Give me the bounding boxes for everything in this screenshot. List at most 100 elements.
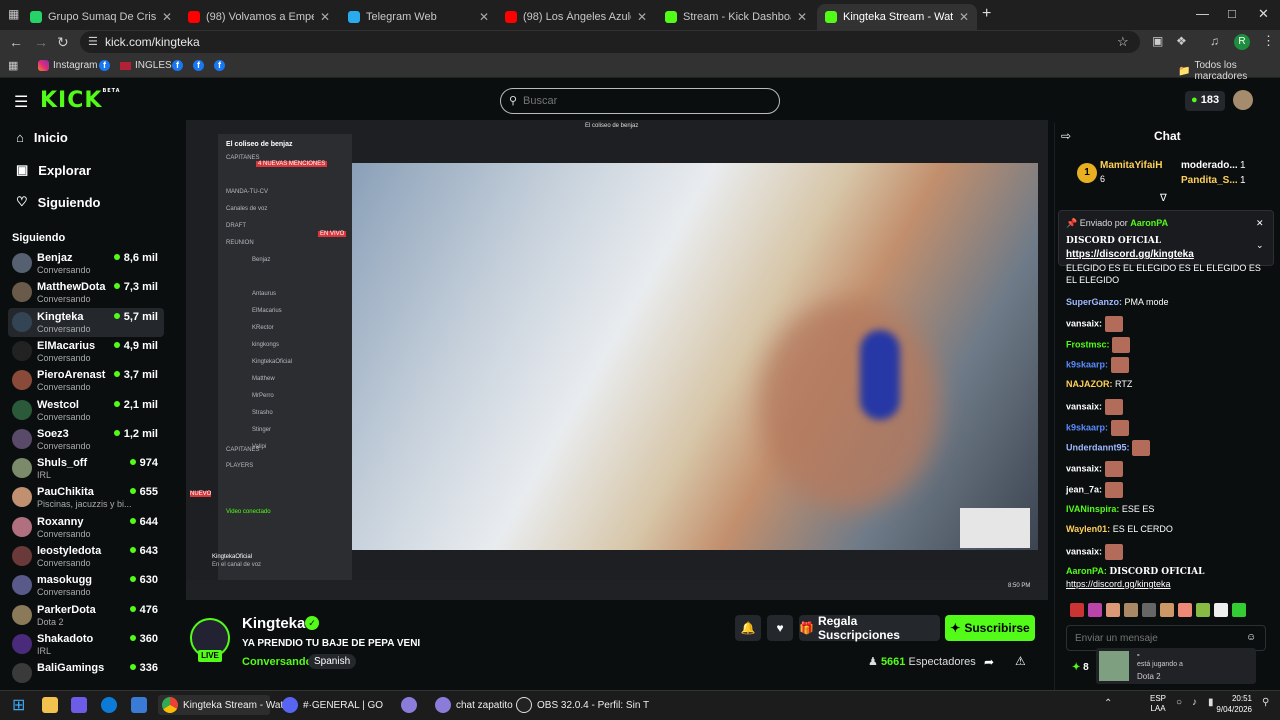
chat-username[interactable]: k9skaarp: [1066,422,1108,432]
following-item[interactable]: ParkerDota Dota 2 476 [8,601,164,630]
bookmark-star-icon[interactable]: ☆ [1117,34,1129,50]
gifter-name[interactable]: moderado... [1181,160,1238,171]
forward-icon[interactable]: → [34,34,48,50]
emote-icon[interactable] [1106,603,1120,617]
language-tag[interactable]: Spanish [308,654,357,669]
browser-tab[interactable]: Grupo Sumaq De Crispín Alegría ✕ [22,4,180,30]
new-tab-button[interactable]: + [982,5,991,23]
notifications-button[interactable]: 🔔 [735,615,761,641]
tab-close-icon[interactable]: ✕ [479,10,489,24]
pinned-link[interactable]: https://discord.gg/kingteka [1066,249,1194,260]
following-item[interactable]: masokugg Conversando 630 [8,571,164,600]
browser-tab[interactable]: (98) Los Ángeles Azules - Nunca ✕ [497,4,655,30]
kick-logo[interactable]: KICKBETA [40,88,121,113]
system-clock[interactable]: 20:51 9/04/2026 [1216,693,1252,715]
following-item[interactable]: ElMacarius Conversando 4,9 mil [8,337,164,366]
follow-button[interactable]: ♥ [767,615,793,641]
kick-coins-badge[interactable]: ● 183 [1185,91,1225,111]
chat-username[interactable]: vansaix: [1066,401,1102,411]
following-item[interactable]: PieroArenast Conversando 3,7 mil [8,366,164,395]
edge-icon[interactable] [101,697,117,713]
app-icon[interactable] [401,697,417,713]
following-item[interactable]: Roxanny Conversando 644 [8,513,164,542]
chat-points[interactable]: ✦ 8 [1072,662,1089,673]
extensions-icon[interactable]: ▣ [1152,34,1163,48]
browser-tab[interactable]: Stream - Kick Dashboard ✕ [657,4,815,30]
volume-icon[interactable]: ♪ [1192,697,1197,708]
emote-icon[interactable] [1214,603,1228,617]
reload-icon[interactable]: ↻ [57,34,69,51]
tab-close-icon[interactable]: ✕ [320,10,330,24]
tray-chevron-icon[interactable]: ⌃ [1104,698,1112,709]
store-icon[interactable] [131,697,147,713]
tab-close-icon[interactable]: ✕ [797,10,807,24]
bookmark-facebook[interactable]: f [214,60,225,71]
notification-bell-icon[interactable]: ⚲ [1262,697,1269,708]
chat-username[interactable]: k9skaarp: [1066,359,1108,369]
chat-username[interactable]: AaronPA: [1066,566,1107,576]
apps-grid-icon[interactable]: ▦ [8,59,18,72]
subscribe-button[interactable]: ✦ Suscribirse [945,615,1035,641]
file-explorer-icon[interactable] [42,697,58,713]
browser-tab[interactable]: (98) Volvamos a Empezar - YouTube ✕ [180,4,338,30]
tab-close-icon[interactable]: ✕ [959,10,969,24]
nav-explore[interactable]: ▣ Explorar [16,162,91,178]
minimize-icon[interactable]: — [1196,6,1209,21]
bookmark-instagram[interactable]: Instagram [38,60,97,71]
following-item[interactable]: PauChikita Piscinas, jacuzzis y bi... 655 [8,483,164,512]
following-item[interactable]: leostyledota Conversando 643 [8,542,164,571]
following-item[interactable]: BaliGamings 336 [8,659,164,688]
emote-icon[interactable] [1160,603,1174,617]
emoji-picker-icon[interactable]: ☺ [1246,632,1256,643]
chat-username[interactable]: IVANinspira: [1066,504,1119,514]
stream-category[interactable]: Conversando [242,656,312,668]
bookmark-ingles[interactable]: INGLES [120,60,172,71]
media-icon[interactable]: ♫ [1210,34,1219,48]
following-item[interactable]: Soez3 Conversando 1,2 mil [8,425,164,454]
chat-username[interactable]: NAJAZOR: [1066,379,1113,389]
chat-username[interactable]: Waylen01: [1066,524,1110,534]
back-icon[interactable]: ← [9,34,23,50]
chat-username[interactable]: vansaix: [1066,463,1102,473]
user-avatar[interactable] [1233,90,1253,110]
language-indicator[interactable]: ESP LAA [1150,694,1166,714]
chat-text[interactable]: https://discord.gg/kingteka [1066,579,1171,589]
browser-tab[interactable]: Kingteka Stream - Watch Live ✕ [817,4,977,30]
chat-username[interactable]: vansaix: [1066,318,1102,328]
chevron-down-icon[interactable]: ⌄ [1256,240,1264,251]
copilot-icon[interactable] [71,697,87,713]
emote-icon[interactable] [1070,603,1084,617]
emote-icon[interactable] [1196,603,1210,617]
chat-username[interactable]: SuperGanzo: [1066,297,1122,307]
emote-icon[interactable] [1088,603,1102,617]
gifter-name[interactable]: Pandita_S... [1181,175,1238,186]
taskbar-chat-zapatito[interactable]: chat zapatito [435,695,513,715]
search-input[interactable] [500,88,780,114]
following-item[interactable]: Shakadoto IRL 360 [8,630,164,659]
nav-home[interactable]: ⌂ Inicio [16,130,68,145]
channel-name[interactable]: Kingteka [242,615,305,632]
maximize-icon[interactable]: □ [1228,6,1236,21]
emote-icon[interactable] [1142,603,1156,617]
wifi-icon[interactable]: ○ [1176,697,1182,708]
following-item[interactable]: MatthewDota Conversando 7,3 mil [8,278,164,307]
chat-username[interactable]: jean_7a: [1066,484,1102,494]
address-bar[interactable] [80,31,1140,53]
taskbar-chrome[interactable]: Kingteka Stream - Watc [158,695,288,715]
share-icon[interactable]: ➦ [984,655,994,669]
puzzle-icon[interactable]: ❖ [1176,34,1187,48]
unpin-icon[interactable]: ✕ [1256,218,1264,229]
tab-close-icon[interactable]: ✕ [637,10,647,24]
taskbar-obs[interactable]: OBS 32.0.4 - Perfil: Sin T [516,695,649,715]
following-item[interactable]: Westcol Conversando 2,1 mil [8,396,164,425]
windows-start-icon[interactable]: ⊞ [12,695,25,715]
menu-dots-icon[interactable]: ⋮ [1262,33,1275,49]
report-icon[interactable]: ⚠ [1015,654,1026,668]
url-text[interactable]: kick.com/kingteka [105,35,200,49]
close-window-icon[interactable]: ✕ [1258,6,1269,22]
following-item[interactable]: Shuls_off IRL 974 [8,454,164,483]
hamburger-menu-icon[interactable]: ☰ [14,92,28,112]
bookmark-facebook[interactable]: f [193,60,204,71]
tab-close-icon[interactable]: ✕ [162,10,172,24]
bookmark-facebook[interactable]: f [99,60,110,71]
